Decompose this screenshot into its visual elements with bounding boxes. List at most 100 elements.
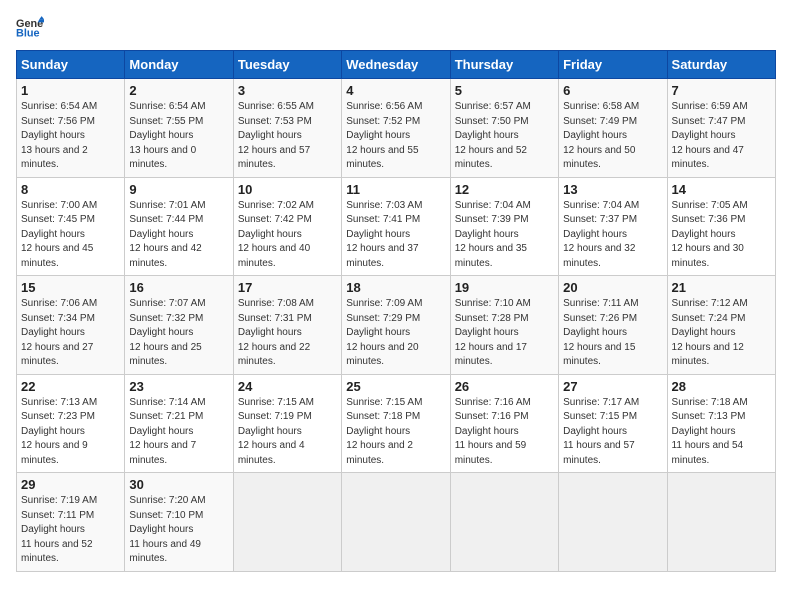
day-number: 29	[21, 477, 120, 492]
col-header-wednesday: Wednesday	[342, 51, 450, 79]
day-number: 7	[672, 83, 771, 98]
col-header-monday: Monday	[125, 51, 233, 79]
col-header-tuesday: Tuesday	[233, 51, 341, 79]
calendar-table: SundayMondayTuesdayWednesdayThursdayFrid…	[16, 50, 776, 572]
day-detail: Sunrise: 6:54 AMSunset: 7:56 PMDaylight …	[21, 101, 97, 170]
day-detail: Sunrise: 7:09 AMSunset: 7:29 PMDaylight …	[346, 298, 422, 367]
day-number: 23	[129, 379, 228, 394]
day-number: 30	[129, 477, 228, 492]
day-detail: Sunrise: 7:02 AMSunset: 7:42 PMDaylight …	[238, 200, 314, 269]
day-number: 1	[21, 83, 120, 98]
day-number: 22	[21, 379, 120, 394]
day-detail: Sunrise: 6:54 AMSunset: 7:55 PMDaylight …	[129, 101, 205, 170]
day-cell: 20 Sunrise: 7:11 AMSunset: 7:26 PMDaylig…	[559, 276, 667, 375]
day-cell: 10 Sunrise: 7:02 AMSunset: 7:42 PMDaylig…	[233, 177, 341, 276]
day-number: 5	[455, 83, 554, 98]
week-row-4: 22 Sunrise: 7:13 AMSunset: 7:23 PMDaylig…	[17, 374, 776, 473]
day-number: 11	[346, 182, 445, 197]
day-cell: 13 Sunrise: 7:04 AMSunset: 7:37 PMDaylig…	[559, 177, 667, 276]
day-cell	[342, 473, 450, 572]
day-detail: Sunrise: 7:03 AMSunset: 7:41 PMDaylight …	[346, 200, 422, 269]
day-cell: 19 Sunrise: 7:10 AMSunset: 7:28 PMDaylig…	[450, 276, 558, 375]
day-cell: 5 Sunrise: 6:57 AMSunset: 7:50 PMDayligh…	[450, 79, 558, 178]
day-cell	[559, 473, 667, 572]
day-cell: 16 Sunrise: 7:07 AMSunset: 7:32 PMDaylig…	[125, 276, 233, 375]
day-detail: Sunrise: 7:04 AMSunset: 7:37 PMDaylight …	[563, 200, 639, 269]
day-number: 9	[129, 182, 228, 197]
day-cell: 28 Sunrise: 7:18 AMSunset: 7:13 PMDaylig…	[667, 374, 775, 473]
col-header-sunday: Sunday	[17, 51, 125, 79]
day-detail: Sunrise: 6:59 AMSunset: 7:47 PMDaylight …	[672, 101, 748, 170]
day-number: 20	[563, 280, 662, 295]
day-number: 21	[672, 280, 771, 295]
day-detail: Sunrise: 7:15 AMSunset: 7:18 PMDaylight …	[346, 397, 422, 466]
day-number: 17	[238, 280, 337, 295]
day-cell	[667, 473, 775, 572]
day-detail: Sunrise: 7:15 AMSunset: 7:19 PMDaylight …	[238, 397, 314, 466]
day-number: 28	[672, 379, 771, 394]
day-detail: Sunrise: 7:06 AMSunset: 7:34 PMDaylight …	[21, 298, 97, 367]
day-number: 16	[129, 280, 228, 295]
day-detail: Sunrise: 7:01 AMSunset: 7:44 PMDaylight …	[129, 200, 205, 269]
day-cell: 27 Sunrise: 7:17 AMSunset: 7:15 PMDaylig…	[559, 374, 667, 473]
day-detail: Sunrise: 7:18 AMSunset: 7:13 PMDaylight …	[672, 397, 748, 466]
day-number: 13	[563, 182, 662, 197]
day-cell: 7 Sunrise: 6:59 AMSunset: 7:47 PMDayligh…	[667, 79, 775, 178]
day-detail: Sunrise: 7:08 AMSunset: 7:31 PMDaylight …	[238, 298, 314, 367]
day-number: 14	[672, 182, 771, 197]
day-detail: Sunrise: 7:20 AMSunset: 7:10 PMDaylight …	[129, 495, 205, 564]
day-detail: Sunrise: 7:14 AMSunset: 7:21 PMDaylight …	[129, 397, 205, 466]
day-detail: Sunrise: 7:17 AMSunset: 7:15 PMDaylight …	[563, 397, 639, 466]
day-cell: 21 Sunrise: 7:12 AMSunset: 7:24 PMDaylig…	[667, 276, 775, 375]
day-detail: Sunrise: 7:10 AMSunset: 7:28 PMDaylight …	[455, 298, 531, 367]
day-cell: 15 Sunrise: 7:06 AMSunset: 7:34 PMDaylig…	[17, 276, 125, 375]
day-cell: 23 Sunrise: 7:14 AMSunset: 7:21 PMDaylig…	[125, 374, 233, 473]
day-detail: Sunrise: 7:19 AMSunset: 7:11 PMDaylight …	[21, 495, 97, 564]
day-number: 12	[455, 182, 554, 197]
day-number: 19	[455, 280, 554, 295]
day-cell: 26 Sunrise: 7:16 AMSunset: 7:16 PMDaylig…	[450, 374, 558, 473]
day-cell: 24 Sunrise: 7:15 AMSunset: 7:19 PMDaylig…	[233, 374, 341, 473]
day-number: 2	[129, 83, 228, 98]
day-detail: Sunrise: 6:55 AMSunset: 7:53 PMDaylight …	[238, 101, 314, 170]
day-number: 25	[346, 379, 445, 394]
day-cell: 4 Sunrise: 6:56 AMSunset: 7:52 PMDayligh…	[342, 79, 450, 178]
logo: General Blue	[16, 16, 44, 38]
day-cell: 30 Sunrise: 7:20 AMSunset: 7:10 PMDaylig…	[125, 473, 233, 572]
day-number: 24	[238, 379, 337, 394]
day-cell: 2 Sunrise: 6:54 AMSunset: 7:55 PMDayligh…	[125, 79, 233, 178]
day-detail: Sunrise: 7:04 AMSunset: 7:39 PMDaylight …	[455, 200, 531, 269]
week-row-1: 1 Sunrise: 6:54 AMSunset: 7:56 PMDayligh…	[17, 79, 776, 178]
day-detail: Sunrise: 7:13 AMSunset: 7:23 PMDaylight …	[21, 397, 97, 466]
day-cell: 9 Sunrise: 7:01 AMSunset: 7:44 PMDayligh…	[125, 177, 233, 276]
day-cell: 17 Sunrise: 7:08 AMSunset: 7:31 PMDaylig…	[233, 276, 341, 375]
day-detail: Sunrise: 7:16 AMSunset: 7:16 PMDaylight …	[455, 397, 531, 466]
day-number: 10	[238, 182, 337, 197]
page-header: General Blue	[16, 16, 776, 38]
day-detail: Sunrise: 6:56 AMSunset: 7:52 PMDaylight …	[346, 101, 422, 170]
day-detail: Sunrise: 6:57 AMSunset: 7:50 PMDaylight …	[455, 101, 531, 170]
day-number: 4	[346, 83, 445, 98]
week-row-3: 15 Sunrise: 7:06 AMSunset: 7:34 PMDaylig…	[17, 276, 776, 375]
col-header-friday: Friday	[559, 51, 667, 79]
day-cell: 25 Sunrise: 7:15 AMSunset: 7:18 PMDaylig…	[342, 374, 450, 473]
day-number: 3	[238, 83, 337, 98]
day-number: 26	[455, 379, 554, 394]
day-number: 8	[21, 182, 120, 197]
day-cell: 3 Sunrise: 6:55 AMSunset: 7:53 PMDayligh…	[233, 79, 341, 178]
day-cell: 1 Sunrise: 6:54 AMSunset: 7:56 PMDayligh…	[17, 79, 125, 178]
day-number: 15	[21, 280, 120, 295]
day-detail: Sunrise: 7:11 AMSunset: 7:26 PMDaylight …	[563, 298, 638, 367]
day-detail: Sunrise: 7:12 AMSunset: 7:24 PMDaylight …	[672, 298, 748, 367]
day-cell: 14 Sunrise: 7:05 AMSunset: 7:36 PMDaylig…	[667, 177, 775, 276]
day-cell	[450, 473, 558, 572]
day-detail: Sunrise: 7:07 AMSunset: 7:32 PMDaylight …	[129, 298, 205, 367]
day-number: 27	[563, 379, 662, 394]
week-row-2: 8 Sunrise: 7:00 AMSunset: 7:45 PMDayligh…	[17, 177, 776, 276]
day-cell	[233, 473, 341, 572]
day-cell: 12 Sunrise: 7:04 AMSunset: 7:39 PMDaylig…	[450, 177, 558, 276]
day-cell: 18 Sunrise: 7:09 AMSunset: 7:29 PMDaylig…	[342, 276, 450, 375]
svg-text:Blue: Blue	[16, 27, 40, 38]
day-detail: Sunrise: 6:58 AMSunset: 7:49 PMDaylight …	[563, 101, 639, 170]
day-cell: 11 Sunrise: 7:03 AMSunset: 7:41 PMDaylig…	[342, 177, 450, 276]
